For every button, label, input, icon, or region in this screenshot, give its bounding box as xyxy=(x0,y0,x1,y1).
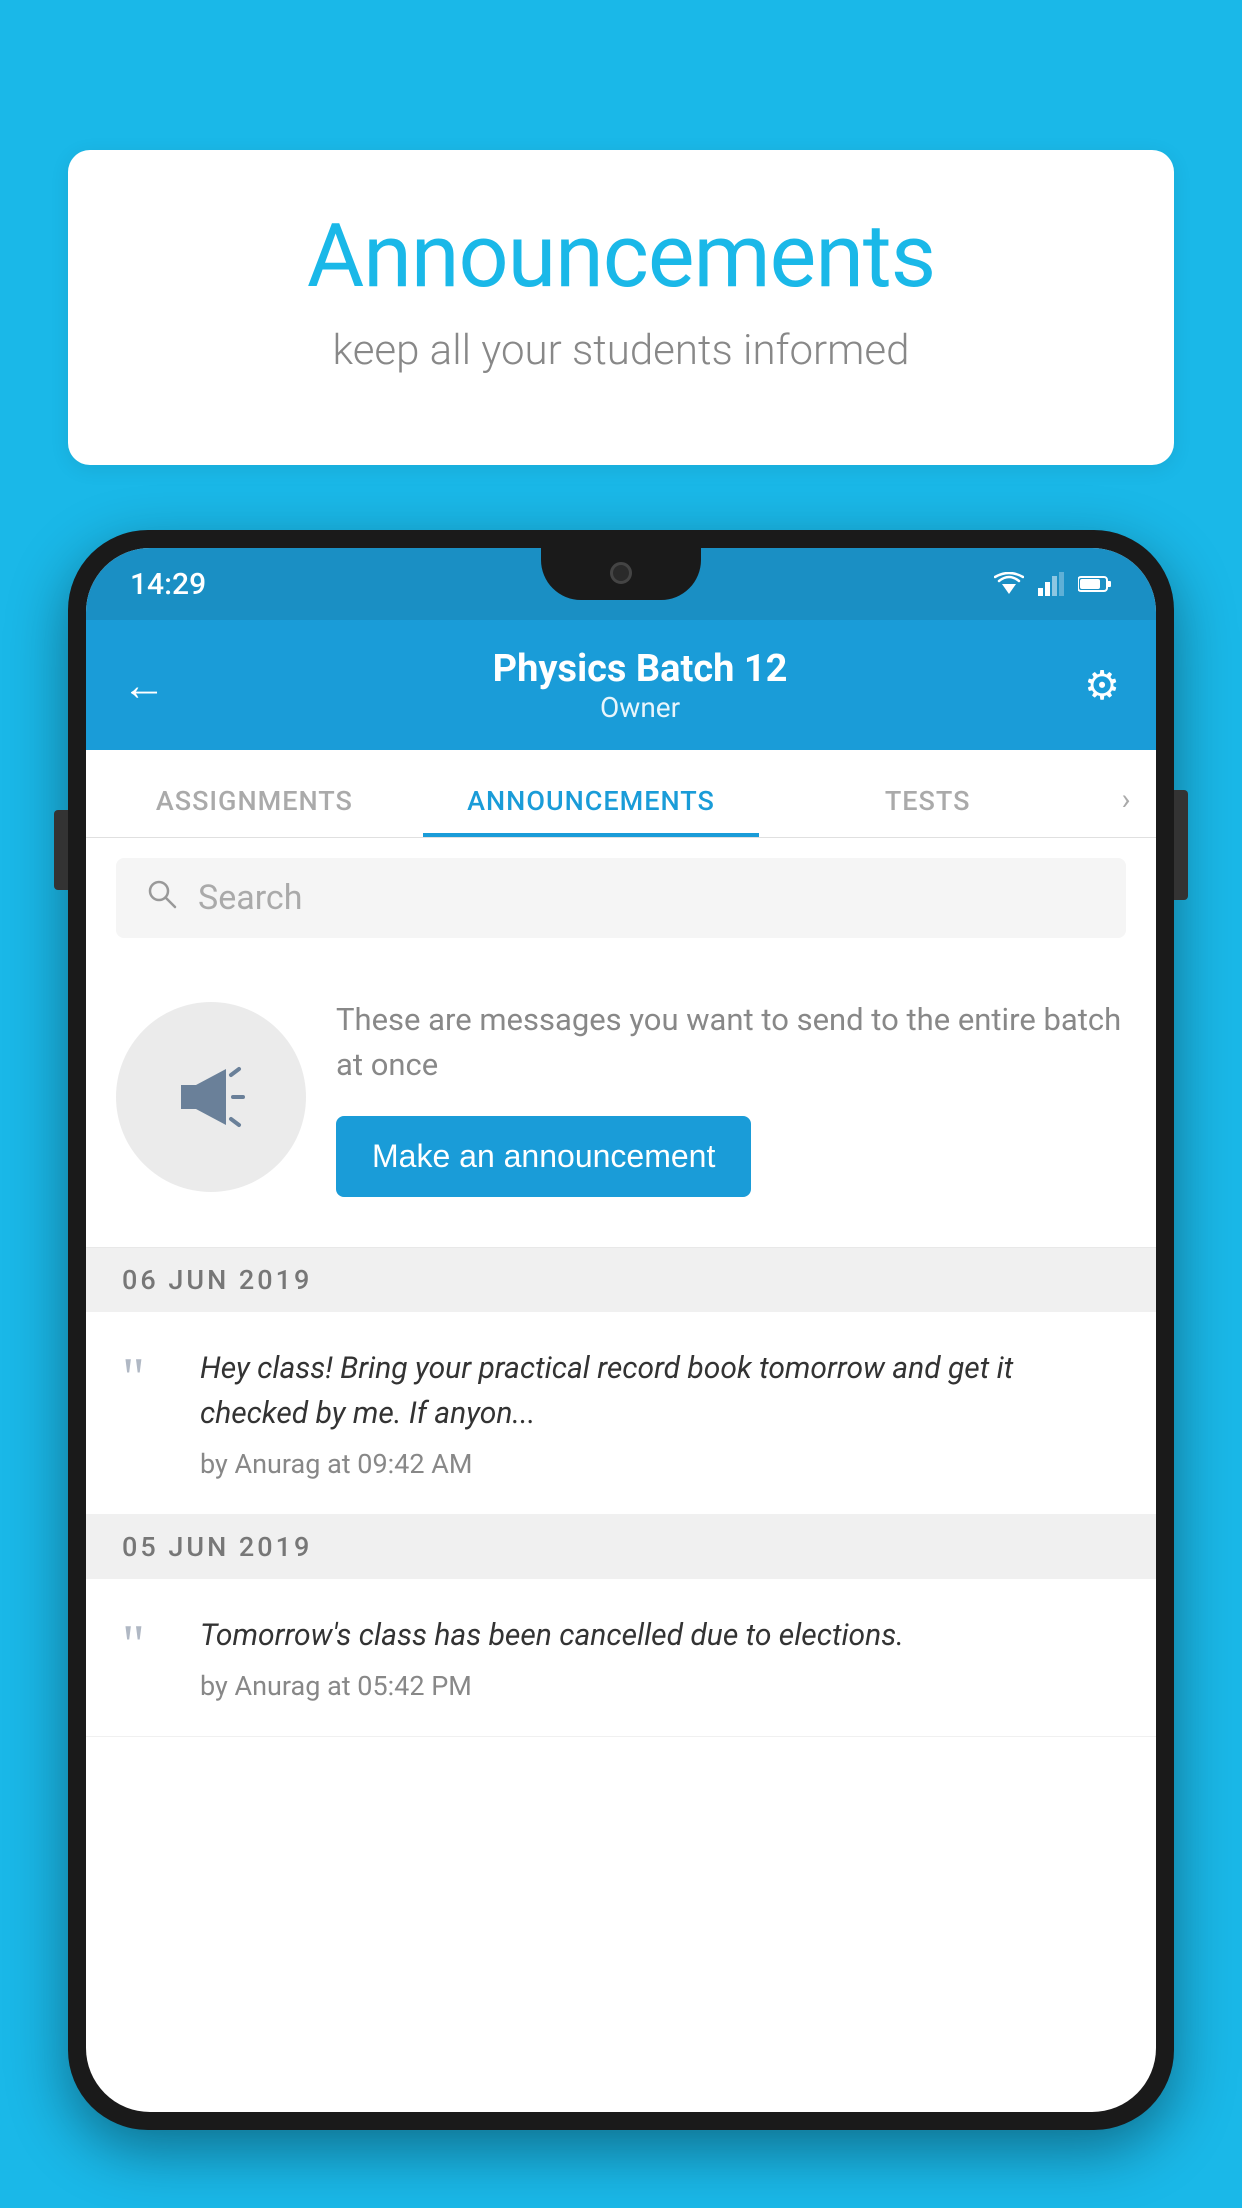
tab-more-icon[interactable]: › xyxy=(1096,782,1156,837)
batch-role: Owner xyxy=(196,691,1084,724)
announcement-meta-1: by Anurag at 09:42 AM xyxy=(200,1448,1120,1480)
bubble-subtitle: keep all your students informed xyxy=(128,326,1114,375)
search-container: Search xyxy=(86,838,1156,958)
quote-icon-1: " xyxy=(122,1356,172,1401)
megaphone-icon xyxy=(161,1047,261,1147)
status-icons xyxy=(994,572,1112,596)
app-bar-title-section: Physics Batch 12 Owner xyxy=(196,647,1084,724)
tab-assignments[interactable]: ASSIGNMENTS xyxy=(86,785,423,837)
date-separator-2: 05 JUN 2019 xyxy=(86,1515,1156,1579)
back-button[interactable]: ← xyxy=(122,659,166,711)
megaphone-circle xyxy=(116,1002,306,1192)
status-time: 14:29 xyxy=(130,567,206,602)
phone-screen: 14:29 xyxy=(86,548,1156,2112)
search-icon xyxy=(146,878,178,919)
announcement-meta-2: by Anurag at 05:42 PM xyxy=(200,1670,1120,1702)
prompt-right: These are messages you want to send to t… xyxy=(336,998,1126,1197)
search-svg xyxy=(146,878,178,910)
wifi-icon xyxy=(994,572,1024,596)
status-bar: 14:29 xyxy=(86,548,1156,620)
notch xyxy=(541,548,701,600)
prompt-description: These are messages you want to send to t… xyxy=(336,998,1126,1088)
search-bar[interactable]: Search xyxy=(116,858,1126,938)
tab-tests[interactable]: TESTS xyxy=(759,785,1096,837)
announcement-text-1: Hey class! Bring your practical record b… xyxy=(200,1346,1120,1436)
announcement-item-2: " Tomorrow's class has been cancelled du… xyxy=(86,1579,1156,1737)
signal-icon xyxy=(1038,572,1064,596)
announcement-content-1: Hey class! Bring your practical record b… xyxy=(200,1346,1120,1480)
quote-icon-2: " xyxy=(122,1623,172,1668)
tab-announcements[interactable]: ANNOUNCEMENTS xyxy=(423,785,760,837)
bubble-title: Announcements xyxy=(128,205,1114,308)
announcement-text-2: Tomorrow's class has been cancelled due … xyxy=(200,1613,1120,1658)
announcement-content-2: Tomorrow's class has been cancelled due … xyxy=(200,1613,1120,1702)
settings-icon[interactable]: ⚙ xyxy=(1084,662,1120,709)
announcement-item-1: " Hey class! Bring your practical record… xyxy=(86,1312,1156,1515)
batch-title: Physics Batch 12 xyxy=(196,647,1084,691)
make-announcement-button[interactable]: Make an announcement xyxy=(336,1116,751,1197)
announcement-prompt: These are messages you want to send to t… xyxy=(86,958,1156,1248)
speech-bubble: Announcements keep all your students inf… xyxy=(68,150,1174,465)
phone-wrapper: 14:29 xyxy=(68,530,1174,2208)
camera xyxy=(610,562,632,584)
phone-outer: 14:29 xyxy=(68,530,1174,2130)
app-bar: ← Physics Batch 12 Owner ⚙ xyxy=(86,620,1156,750)
date-separator-1: 06 JUN 2019 xyxy=(86,1248,1156,1312)
search-placeholder-text: Search xyxy=(198,878,302,918)
tabs-container: ASSIGNMENTS ANNOUNCEMENTS TESTS › xyxy=(86,750,1156,838)
battery-icon xyxy=(1078,575,1112,593)
speech-bubble-container: Announcements keep all your students inf… xyxy=(68,150,1174,465)
